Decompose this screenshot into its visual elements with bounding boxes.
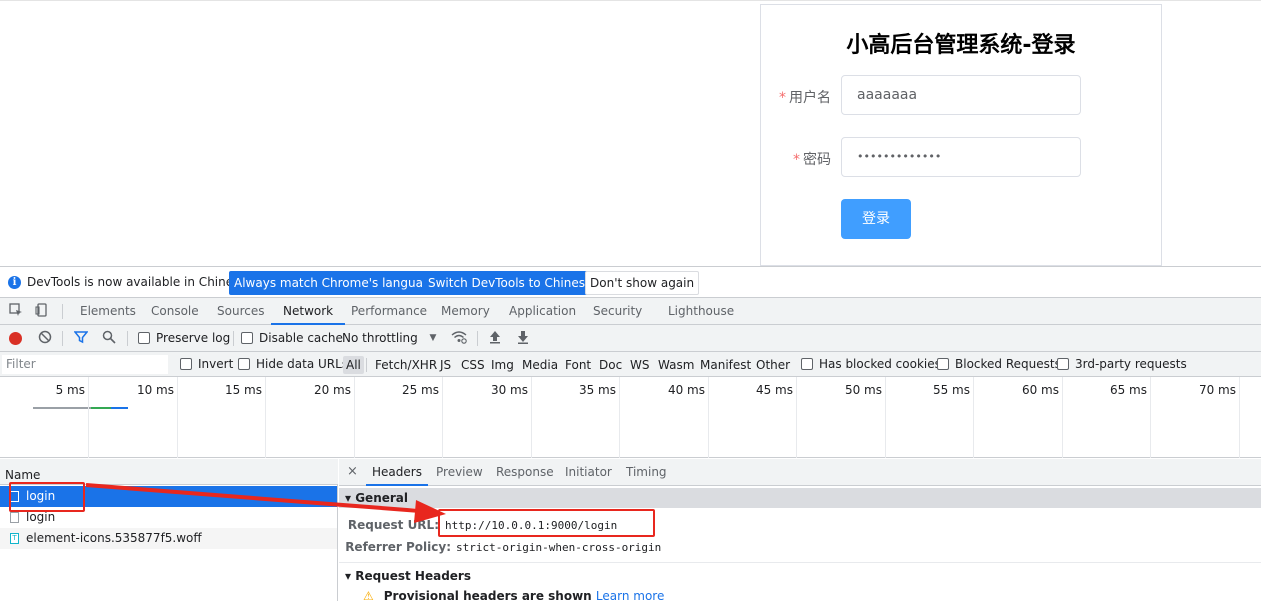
annotation-arrow [85, 483, 446, 523]
